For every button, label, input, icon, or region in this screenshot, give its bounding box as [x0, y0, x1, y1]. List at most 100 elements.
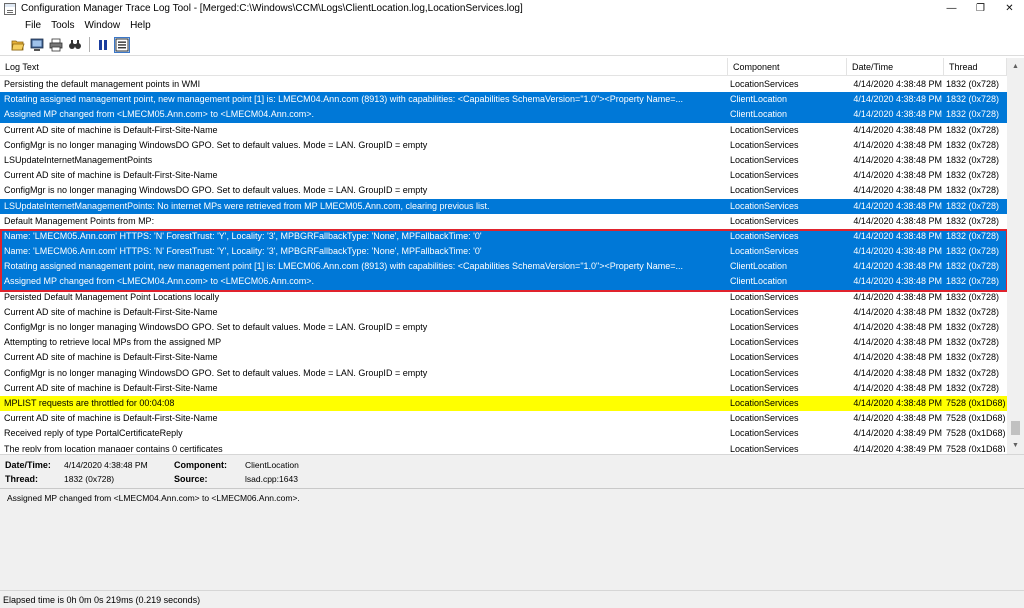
menu-help[interactable]: Help	[130, 20, 156, 31]
log-text-cell: Rotating assigned management point, new …	[4, 94, 684, 105]
component-cell: LocationServices	[730, 367, 799, 378]
datetime-cell: 4/14/2020 4:38:48 PM	[853, 215, 942, 226]
log-row[interactable]: Persisting the default management points…	[0, 77, 1007, 92]
highlight-icon[interactable]	[114, 36, 130, 53]
open-remote-icon[interactable]	[29, 37, 45, 53]
component-cell: LocationServices	[730, 154, 799, 165]
log-text-cell: LSUpdateInternetManagementPoints: No int…	[4, 200, 490, 211]
open-folder-icon[interactable]	[10, 37, 26, 53]
column-thread[interactable]: Thread	[944, 58, 1007, 76]
menu-window[interactable]: Window	[84, 20, 125, 31]
component-cell: LocationServices	[730, 124, 799, 135]
elapsed-time-text: Elapsed time is 0h 0m 0s 219ms (0.219 se…	[3, 594, 201, 605]
thread-cell: 1832 (0x728)	[946, 306, 1000, 317]
component-cell: LocationServices	[730, 185, 799, 196]
column-log-text[interactable]: Log Text	[0, 58, 728, 76]
log-row[interactable]: The reply from location manager contains…	[0, 442, 1007, 453]
thread-cell: 1832 (0x728)	[946, 382, 1000, 393]
component-cell: ClientLocation	[730, 94, 788, 105]
log-text-cell: ConfigMgr is no longer managing WindowsD…	[4, 367, 428, 378]
log-row[interactable]: Default Management Points from MP: Locati…	[0, 214, 1007, 229]
log-text-cell: Current AD site of machine is Default-Fi…	[4, 306, 218, 317]
pause-icon[interactable]	[95, 37, 111, 53]
log-list-scrollbar[interactable]: ▲ ▼	[1007, 58, 1024, 454]
status-bar: Elapsed time is 0h 0m 0s 219ms (0.219 se…	[0, 590, 1024, 608]
log-row[interactable]: Current AD site of machine is Default-Fi…	[0, 305, 1007, 320]
log-row[interactable]: ConfigMgr is no longer managing WindowsD…	[0, 138, 1007, 153]
component-cell: LocationServices	[730, 170, 799, 181]
log-row[interactable]: Received reply of type PortalCertificate…	[0, 426, 1007, 441]
log-row[interactable]: ConfigMgr is no longer managing WindowsD…	[0, 366, 1007, 381]
log-row[interactable]: Rotating assigned management point, new …	[0, 92, 1007, 108]
datetime-cell: 4/14/2020 4:38:48 PM	[853, 337, 942, 348]
datetime-cell: 4/14/2020 4:38:48 PM	[853, 124, 942, 135]
log-row[interactable]: MPLIST requests are throttled for 00:04:…	[0, 395, 1007, 412]
component-cell: ClientLocation	[730, 109, 788, 120]
thread-cell: 1832 (0x728)	[946, 185, 1000, 196]
component-cell: LocationServices	[730, 306, 799, 317]
message-text: Assigned MP changed from <LMECM04.Ann.co…	[7, 493, 300, 503]
log-row[interactable]: Current AD site of machine is Default-Fi…	[0, 168, 1007, 183]
log-text-cell: Current AD site of machine is Default-Fi…	[4, 124, 218, 135]
log-row[interactable]: Current AD site of machine is Default-Fi…	[0, 381, 1007, 396]
print-icon[interactable]	[48, 37, 64, 53]
log-text-cell: MPLIST requests are throttled for 00:04:…	[4, 397, 175, 408]
log-text-cell: Current AD site of machine is Default-Fi…	[4, 352, 218, 363]
source-value: lsad.cpp:1643	[245, 474, 298, 484]
column-component[interactable]: Component	[728, 58, 847, 76]
datetime-label: Date/Time:	[5, 460, 51, 470]
maximize-button[interactable]: ❐	[966, 0, 995, 17]
menu-file[interactable]: File	[25, 20, 46, 31]
column-date-time[interactable]: Date/Time	[847, 58, 944, 76]
log-text-cell: Assigned MP changed from <LMECM05.Ann.co…	[4, 109, 314, 120]
details-pane: Date/Time: 4/14/2020 4:38:48 PM Componen…	[0, 454, 1024, 488]
log-text-cell: Attempting to retrieve local MPs from th…	[4, 337, 222, 348]
datetime-cell: 4/14/2020 4:38:48 PM	[853, 79, 942, 89]
window-controls: — ❐ ✕	[937, 0, 1024, 17]
datetime-cell: 4/14/2020 4:38:48 PM	[853, 109, 942, 120]
close-button[interactable]: ✕	[995, 0, 1024, 17]
log-row[interactable]: LSUpdateInternetManagementPoints: No int…	[0, 198, 1007, 214]
window-title: Configuration Manager Trace Log Tool - […	[21, 3, 523, 14]
log-row[interactable]: Current AD site of machine is Default-Fi…	[0, 411, 1007, 426]
component-label: Component:	[174, 460, 227, 470]
log-row[interactable]: Assigned MP changed from <LMECM05.Ann.co…	[0, 107, 1007, 123]
component-cell: LocationServices	[730, 139, 799, 150]
log-text-cell: ConfigMgr is no longer managing WindowsD…	[4, 322, 428, 332]
datetime-cell: 4/14/2020 4:38:48 PM	[853, 139, 942, 150]
log-text-cell: Current AD site of machine is Default-Fi…	[4, 413, 218, 424]
log-row[interactable]: Current AD site of machine is Default-Fi…	[0, 123, 1007, 138]
minimize-button[interactable]: —	[937, 0, 966, 17]
datetime-cell: 4/14/2020 4:38:48 PM	[853, 322, 942, 332]
datetime-cell: 4/14/2020 4:38:48 PM	[853, 382, 942, 393]
datetime-cell: 4/14/2020 4:38:48 PM	[853, 306, 942, 317]
thread-cell: 1832 (0x728)	[946, 170, 1000, 181]
thread-cell: 1832 (0x728)	[946, 154, 1000, 165]
toolbar	[0, 34, 1024, 56]
title-bar: Configuration Manager Trace Log Tool - […	[0, 0, 1024, 17]
datetime-cell: 4/14/2020 4:38:49 PM	[853, 443, 942, 453]
component-cell: LocationServices	[730, 413, 799, 424]
message-pane[interactable]: Assigned MP changed from <LMECM04.Ann.co…	[0, 488, 1024, 590]
scroll-thumb[interactable]	[1011, 421, 1020, 435]
log-row[interactable]: ConfigMgr is no longer managing WindowsD…	[0, 183, 1007, 198]
find-icon[interactable]	[67, 37, 83, 53]
thread-cell: 1832 (0x728)	[946, 124, 1000, 135]
menu-tools[interactable]: Tools	[51, 20, 79, 31]
datetime-cell: 4/14/2020 4:38:48 PM	[853, 185, 942, 196]
thread-cell: 1832 (0x728)	[946, 79, 1000, 89]
thread-cell: 7528 (0x1D68)	[946, 428, 1006, 439]
component-cell: LocationServices	[730, 397, 799, 408]
log-text-cell: ConfigMgr is no longer managing WindowsD…	[4, 139, 428, 150]
thread-cell: 1832 (0x728)	[946, 337, 1000, 348]
scroll-down-icon[interactable]: ▼	[1007, 437, 1024, 454]
app-icon	[4, 2, 16, 15]
log-row[interactable]: ConfigMgr is no longer managing WindowsD…	[0, 320, 1007, 335]
log-row[interactable]: Attempting to retrieve local MPs from th…	[0, 335, 1007, 350]
thread-value: 1832 (0x728)	[64, 474, 115, 484]
log-text-cell: Persisting the default management points…	[4, 79, 201, 89]
log-row[interactable]: Current AD site of machine is Default-Fi…	[0, 350, 1007, 365]
component-cell: LocationServices	[730, 337, 799, 348]
scroll-up-icon[interactable]: ▲	[1007, 58, 1024, 75]
log-row[interactable]: LSUpdateInternetManagementPoints Location…	[0, 153, 1007, 168]
